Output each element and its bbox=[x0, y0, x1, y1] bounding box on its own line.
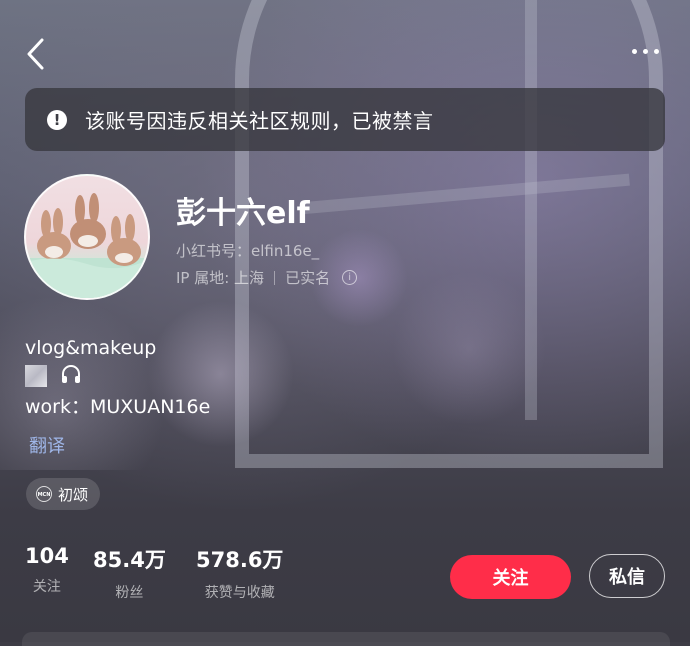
mcn-tag-label: 初颂 bbox=[58, 485, 89, 504]
bio-line-1: vlog&makeup bbox=[25, 337, 157, 359]
bio-line-2 bbox=[25, 364, 83, 388]
account-id-value: elfin16e_ bbox=[251, 242, 320, 260]
stat-label: 关注 bbox=[32, 579, 61, 595]
ip-location: IP 属地: 上海 bbox=[176, 269, 265, 287]
stat-value: 104 bbox=[25, 544, 69, 568]
content-panel-edge bbox=[22, 632, 670, 646]
divider bbox=[274, 270, 276, 285]
bio-line-3: work：MUXUAN16e bbox=[25, 396, 211, 418]
stat-value: 578.6万 bbox=[196, 548, 284, 572]
top-bar bbox=[0, 0, 690, 90]
headphones-icon bbox=[59, 362, 83, 390]
nickname: 彭十六elf bbox=[176, 196, 310, 231]
back-icon[interactable] bbox=[24, 36, 50, 72]
mute-notice-banner: ! 该账号因违反相关社区规则，已被禁言 bbox=[25, 88, 665, 151]
stat-followers[interactable]: 85.4万 粉丝 bbox=[93, 544, 166, 602]
mosaic-emoji-icon bbox=[25, 365, 47, 387]
account-id[interactable]: 小红书号：elfin16e_ bbox=[176, 240, 319, 261]
info-icon[interactable]: i bbox=[342, 270, 358, 285]
stat-label: 粉丝 bbox=[115, 585, 144, 601]
verified-status: 已实名 bbox=[285, 269, 331, 287]
follow-button[interactable]: 关注 bbox=[450, 555, 571, 599]
account-meta: IP 属地: 上海 已实名 i bbox=[176, 267, 358, 288]
stat-value: 85.4万 bbox=[93, 548, 166, 572]
message-button[interactable]: 私信 bbox=[589, 554, 665, 598]
notice-text: 该账号因违反相关社区规则，已被禁言 bbox=[85, 109, 434, 133]
mcn-icon: MCN bbox=[36, 486, 52, 502]
stat-label: 获赞与收藏 bbox=[204, 585, 275, 601]
stat-following[interactable]: 104 关注 bbox=[25, 544, 69, 596]
more-icon[interactable] bbox=[632, 44, 666, 58]
avatar[interactable] bbox=[24, 174, 150, 300]
mcn-tag[interactable]: MCN 初颂 bbox=[26, 478, 101, 510]
translate-link[interactable]: 翻译 bbox=[29, 432, 65, 458]
alert-icon: ! bbox=[47, 109, 67, 130]
account-id-label: 小红书号： bbox=[176, 242, 252, 260]
stat-likes-collections[interactable]: 578.6万 获赞与收藏 bbox=[196, 544, 283, 602]
